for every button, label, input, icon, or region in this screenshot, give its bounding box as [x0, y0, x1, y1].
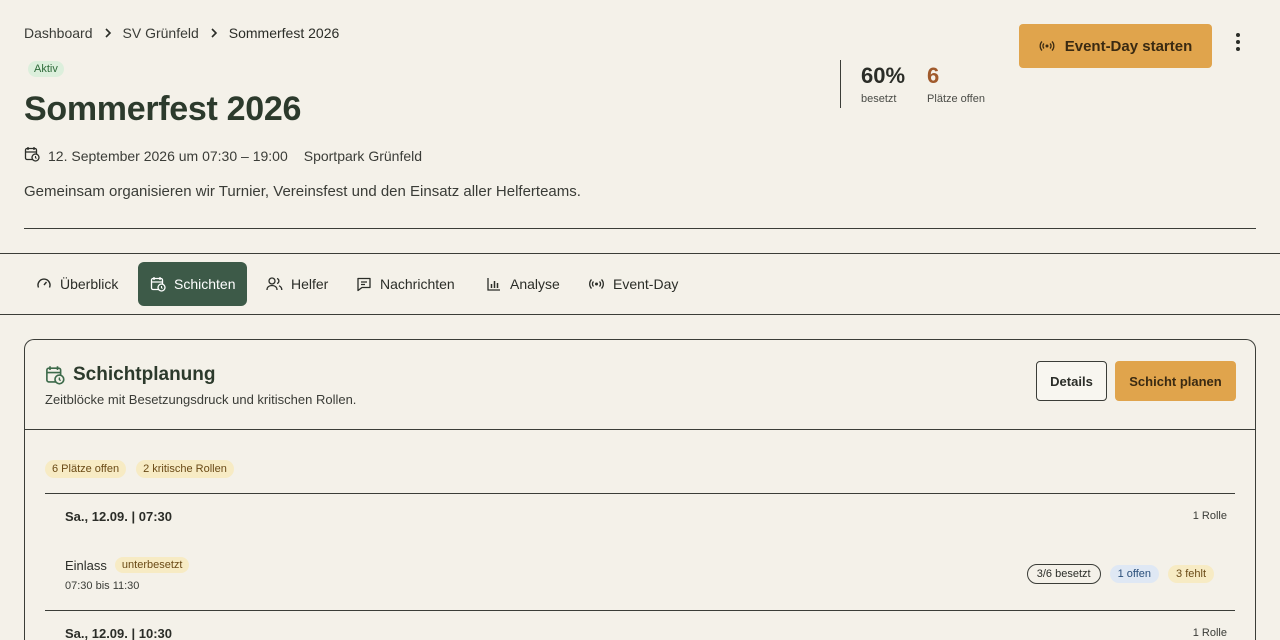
more-options-icon[interactable]: [1228, 30, 1248, 54]
tab-schichten-label: Schichten: [174, 276, 236, 292]
missing-pill: 3 fehlt: [1168, 565, 1214, 583]
shift-planning-card: Schichtplanung Zeitblöcke mit Besetzungs…: [24, 339, 1256, 640]
event-description: Gemeinsam organisieren wir Turnier, Vere…: [24, 183, 581, 200]
breadcrumb: Dashboard SV Grünfeld Sommerfest 2026: [24, 25, 339, 41]
planning-summary-chips: 6 Plätze offen 2 kritische Rollen: [45, 460, 234, 478]
open-slots-chip: 6 Plätze offen: [45, 460, 127, 478]
understaffed-badge: unterbesetzt: [114, 557, 190, 573]
slot-role-count: 1 Rolle: [1192, 627, 1227, 639]
page-title: Sommerfest 2026: [24, 90, 302, 128]
gauge-icon: [37, 278, 51, 288]
shift-row-einlass[interactable]: Einlass unterbesetzt: [65, 557, 190, 573]
event-datetime: 12. September 2026 um 07:30 – 19:00: [48, 147, 288, 164]
calendar-clock-icon: [150, 277, 166, 292]
broadcast-icon: [1039, 41, 1055, 51]
shift-time: 07:30 bis 11:30: [65, 580, 140, 592]
details-button[interactable]: Details: [1036, 361, 1107, 401]
tab-ueberblick-label: Überblick: [60, 276, 119, 292]
shift-name: Einlass: [65, 557, 107, 573]
tab-nachrichten-label: Nachrichten: [380, 276, 455, 292]
event-tabs: Überblick Schichten Helfer Nachrichten A…: [0, 253, 1280, 315]
tab-ueberblick[interactable]: Überblick: [24, 262, 130, 306]
tab-analyse[interactable]: Analyse: [474, 262, 572, 306]
stat-open-value: 6: [927, 63, 940, 88]
users-icon: [266, 277, 283, 291]
shift-planning-subtitle: Zeitblöcke mit Besetzungsdruck und kriti…: [45, 392, 357, 407]
slot-date: Sa., 12.09. | 10:30: [65, 626, 172, 640]
tab-event-day[interactable]: Event-Day: [576, 262, 690, 306]
tab-schichten[interactable]: Schichten: [138, 262, 248, 306]
chevron-right-icon: [104, 28, 112, 38]
stat-occupancy-label: besetzt: [861, 93, 897, 105]
slot-date: Sa., 12.09. | 07:30: [65, 509, 172, 524]
critical-roles-chip: 2 kritische Rollen: [136, 460, 234, 478]
divider: [45, 493, 1235, 494]
stat-occupancy-value: 60%: [861, 63, 906, 88]
status-badge: Aktiv: [28, 61, 64, 77]
divider: [45, 610, 1235, 611]
chevron-right-icon: [210, 28, 218, 38]
open-pill: 1 offen: [1109, 565, 1160, 583]
event-day-start-label: Event-Day starten: [1064, 37, 1193, 55]
bar-chart-icon: [487, 278, 500, 291]
shift-planning-header: Schichtplanung Zeitblöcke mit Besetzungs…: [25, 340, 1255, 430]
event-meta: 12. September 2026 um 07:30 – 19:00 Spor…: [24, 146, 422, 165]
message-icon: [357, 277, 371, 292]
shift-planning-title-text: Schichtplanung: [73, 364, 216, 385]
event-location: Sportpark Grünfeld: [303, 147, 423, 164]
stat-open: 6 Plätze offen: [927, 60, 985, 108]
stat-occupancy: 60% besetzt: [861, 60, 905, 108]
tab-analyse-label: Analyse: [510, 276, 560, 292]
plan-shift-button[interactable]: Schicht planen: [1115, 361, 1236, 401]
shift-status-pills: 3/6 besetzt 1 offen 3 fehlt: [1026, 564, 1214, 584]
slot-role-count: 1 Rolle: [1192, 510, 1227, 522]
broadcast-icon: [589, 279, 604, 289]
tab-event-day-label: Event-Day: [613, 276, 679, 292]
event-stats: 60% besetzt 6 Plätze offen: [840, 60, 1007, 108]
calendar-clock-icon: [24, 146, 40, 165]
stat-open-label: Plätze offen: [927, 93, 985, 105]
shift-planning-title: Schichtplanung: [45, 364, 216, 386]
breadcrumb-current: Sommerfest 2026: [228, 25, 340, 41]
tab-nachrichten[interactable]: Nachrichten: [344, 262, 467, 306]
tab-helfer-label: Helfer: [291, 276, 329, 292]
breadcrumb-dashboard[interactable]: Dashboard: [24, 25, 93, 41]
tab-helfer[interactable]: Helfer: [254, 262, 340, 306]
calendar-clock-icon: [46, 366, 65, 385]
filled-pill: 3/6 besetzt: [1026, 564, 1101, 584]
breadcrumb-club[interactable]: SV Grünfeld: [123, 25, 199, 41]
event-header: Dashboard SV Grünfeld Sommerfest 2026 Ak…: [24, 0, 1256, 229]
event-day-start-button[interactable]: Event-Day starten: [1019, 24, 1212, 68]
